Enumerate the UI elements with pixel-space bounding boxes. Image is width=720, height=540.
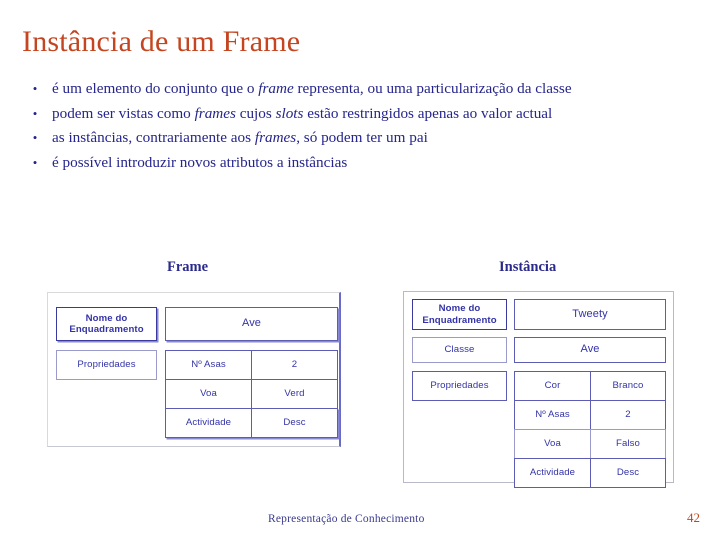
frame-name-label-line2: Enquadramento <box>69 324 144 335</box>
footer-text: Representação de Conhecimento <box>268 513 425 525</box>
instance-property-value-cell: Desc <box>590 458 666 488</box>
frame-properties-label-cell: Propriedades <box>56 350 157 380</box>
frame-property-slot-cell: Nº Asas <box>165 350 252 380</box>
instance-property-value-cell: Falso <box>590 429 666 459</box>
frame-name-label-line1: Nome do <box>85 312 128 324</box>
list-item: • podem ser vistas como frames cujos slo… <box>18 103 702 126</box>
frame-property-value-cell: 2 <box>251 350 338 380</box>
frame-property-value-cell: Desc <box>251 408 338 438</box>
instance-name-label-line2: Enquadramento <box>422 314 497 326</box>
instance-name-label-line1: Nome do <box>438 303 481 314</box>
page-number: 42 <box>687 510 700 525</box>
frame-property-value-cell: Verd <box>251 379 338 409</box>
frame-diagram-heading: Frame <box>167 259 209 275</box>
instance-property-slot-cell: Cor <box>514 371 591 401</box>
bullet-marker-icon: • <box>32 105 38 121</box>
list-item-text: as instâncias, contrariamente aos frames… <box>52 129 428 146</box>
bullet-marker-icon: • <box>32 81 38 96</box>
frame-diagram: Nome do Enquadramento Ave Propriedades N… <box>47 292 341 447</box>
frame-name-label-cell: Nome do Enquadramento <box>56 307 157 341</box>
bullet-marker-icon: • <box>32 154 38 170</box>
instance-name-label-cell: Nome do Enquadramento <box>412 299 507 330</box>
instance-property-slot-cell: Voa <box>514 429 591 459</box>
instance-class-value-cell: Ave <box>514 337 666 363</box>
frame-property-slot-cell: Actividade <box>165 408 252 438</box>
list-item: • é possível introduzir novos atributos … <box>18 152 702 175</box>
list-item: • as instâncias, contrariamente aos fram… <box>18 127 702 150</box>
bullet-list: • é um elemento do conjunto que o frame … <box>18 78 702 176</box>
instance-class-label-cell: Classe <box>412 337 507 363</box>
page-title: Instância de um Frame <box>22 25 301 58</box>
instance-name-value-cell: Tweety <box>514 299 666 330</box>
frame-property-slot-cell: Voa <box>165 379 252 409</box>
instance-diagram: Nome do Enquadramento Tweety Classe Ave … <box>403 291 674 488</box>
frame-name-value-cell: Ave <box>165 307 338 341</box>
instance-diagram-heading: Instância <box>499 259 557 275</box>
instance-properties-label-cell: Propriedades <box>412 371 507 401</box>
list-item-text: é um elemento do conjunto que o frame re… <box>52 80 572 97</box>
list-item: • é um elemento do conjunto que o frame … <box>18 78 702 101</box>
bullet-marker-icon: • <box>32 130 38 145</box>
instance-property-slot-cell: Nº Asas <box>514 400 591 430</box>
instance-property-value-cell: 2 <box>590 400 666 430</box>
instance-property-value-cell: Branco <box>590 371 666 401</box>
instance-property-slot-cell: Actividade <box>514 458 591 488</box>
list-item-text: podem ser vistas como frames cujos slots… <box>52 104 553 122</box>
list-item-text: é possível introduzir novos atributos a … <box>52 153 348 171</box>
